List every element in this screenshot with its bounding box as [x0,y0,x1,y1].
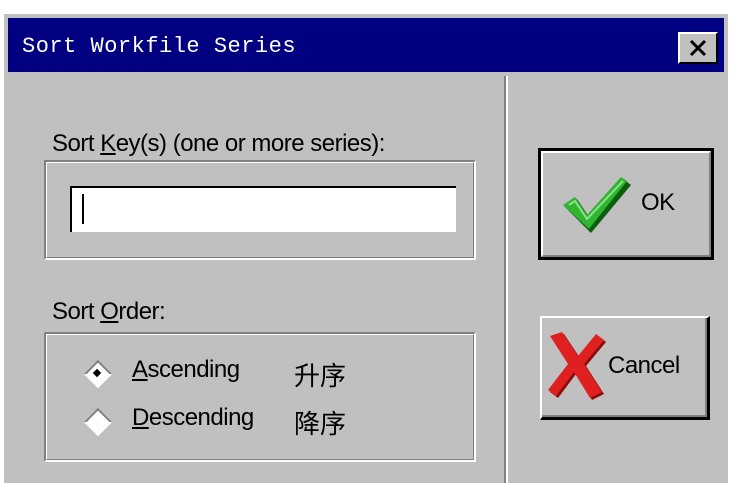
descending-cjk-label: 降序 [294,409,347,439]
dialog-body: Sort Key(s) (one or more series): Sort O… [8,76,724,483]
sort-keys-input[interactable] [70,186,456,232]
ok-label: OK [641,189,675,216]
background-window-strip [0,0,731,14]
descending-radio[interactable]: Descending 降序 [80,402,380,439]
ascending-cjk-label: 升序 [294,361,347,391]
vertical-divider [504,76,508,483]
close-icon [689,39,707,57]
descending-label: Descending [132,404,254,431]
sort-order-label: Sort Order: [52,298,166,325]
ok-button[interactable]: OK [538,148,714,260]
text-caret [82,194,84,224]
radio-diamond-icon [83,407,113,437]
sort-order-group [44,332,476,462]
red-x-icon [548,332,606,400]
ascending-radio[interactable]: Ascending 升序 [80,354,380,391]
cancel-button[interactable]: Cancel [540,316,710,420]
cancel-label: Cancel [608,352,680,379]
sort-workfile-series-dialog: Sort Workfile Series Sort Key(s) (one or… [4,14,728,483]
sort-keys-label: Sort Key(s) (one or more series): [52,130,385,157]
close-button[interactable] [678,32,718,64]
window-title: Sort Workfile Series [22,34,297,59]
green-checkmark-icon [563,177,631,233]
title-bar[interactable]: Sort Workfile Series [8,18,724,72]
ascending-label: Ascending [132,356,240,383]
